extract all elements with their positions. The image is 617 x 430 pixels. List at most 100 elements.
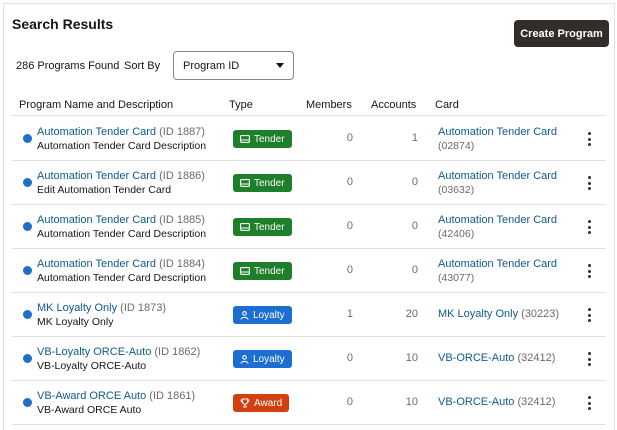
accounts-count: 20 (405, 308, 418, 320)
more-actions-icon[interactable] (582, 131, 596, 147)
create-program-button[interactable]: Create Program (514, 20, 609, 47)
card-number: (42406) (438, 228, 475, 240)
card-link[interactable]: Automation Tender Card (438, 170, 557, 182)
card-icon (240, 135, 250, 143)
chevron-down-icon (276, 63, 284, 68)
status-dot (23, 134, 32, 143)
members-count: 0 (346, 176, 353, 188)
program-name-link[interactable]: Automation Tender Card (37, 258, 156, 270)
card-link[interactable]: VB-ORCE-Auto (438, 352, 514, 364)
row-divider (12, 424, 606, 425)
accounts-count: 0 (411, 176, 418, 188)
accounts-count: 0 (411, 264, 418, 276)
more-actions-icon[interactable] (582, 307, 596, 323)
program-description: MK Loyalty Only (37, 316, 114, 328)
program-id: (ID 1862) (154, 346, 201, 358)
type-badge: Loyalty (233, 306, 292, 324)
program-description: Automation Tender Card Description (37, 140, 207, 152)
program-name-link[interactable]: Automation Tender Card (37, 126, 156, 138)
table-row: VB-Loyalty ORCE-Auto (ID 1862) VB-Loyalt… (4, 337, 616, 381)
column-header-type: Type (229, 99, 253, 111)
card-link[interactable]: Automation Tender Card (438, 258, 557, 270)
program-name-link[interactable]: VB-Loyalty ORCE-Auto (37, 346, 151, 358)
program-name: VB-Loyalty ORCE-Auto (ID 1862) (37, 346, 200, 358)
status-dot (23, 354, 32, 363)
program-name: Automation Tender Card (ID 1885) (37, 214, 205, 226)
type-label: Loyalty (253, 353, 285, 365)
type-badge: Tender (233, 218, 292, 236)
page-title: Search Results (12, 16, 114, 32)
table-row: Automation Tender Card (ID 1887) Automat… (4, 117, 616, 161)
card-link[interactable]: MK Loyalty Only (438, 308, 518, 320)
card-cell: VB-ORCE-Auto (32412) (438, 352, 555, 364)
person-icon (240, 310, 249, 320)
column-header-members: Members (306, 99, 352, 111)
table-row: Automation Tender Card (ID 1885) Automat… (4, 205, 616, 249)
type-badge: Tender (233, 174, 292, 192)
card-icon (240, 267, 250, 275)
program-name: Automation Tender Card (ID 1886) (37, 170, 205, 182)
status-dot (23, 310, 32, 319)
table-row: VB-Award ORCE Auto (ID 1861) VB-Award OR… (4, 381, 616, 425)
program-id: (ID 1886) (159, 170, 205, 182)
accounts-count: 10 (405, 396, 418, 408)
column-header-name: Program Name and Description (19, 99, 174, 111)
program-id: (ID 1884) (159, 258, 205, 270)
status-dot (23, 266, 32, 275)
program-name: MK Loyalty Only (ID 1873) (37, 302, 166, 314)
program-id: (ID 1885) (159, 214, 205, 226)
card-cell: MK Loyalty Only (30223) (438, 308, 559, 320)
card-number: (03632) (438, 184, 475, 196)
card-number: (02874) (438, 140, 475, 152)
program-id: (ID 1887) (159, 126, 205, 138)
results-count: 286 Programs Found (16, 60, 120, 72)
type-label: Loyalty (253, 309, 285, 321)
program-name-link[interactable]: Automation Tender Card (37, 214, 156, 226)
program-name-link[interactable]: VB-Award ORCE Auto (37, 390, 146, 402)
type-badge: Tender (233, 262, 292, 280)
type-label: Tender (254, 177, 285, 189)
program-description: Automation Tender Card Description (37, 272, 207, 284)
card-link[interactable]: Automation Tender Card (438, 126, 557, 138)
card-link[interactable]: Automation Tender Card (438, 214, 557, 226)
more-actions-icon[interactable] (582, 175, 596, 191)
accounts-count: 10 (405, 352, 418, 364)
card-icon (240, 223, 250, 231)
column-header-card: Card (435, 99, 459, 111)
type-label: Tender (254, 221, 285, 233)
more-actions-icon[interactable] (582, 263, 596, 279)
sort-by-label: Sort By (124, 60, 161, 72)
program-description: VB-Loyalty ORCE-Auto (37, 360, 147, 372)
sort-by-select[interactable]: Program ID (173, 51, 294, 80)
type-badge: Award (233, 394, 290, 412)
card-link[interactable]: VB-ORCE-Auto (438, 396, 514, 408)
program-name: Automation Tender Card (ID 1887) (37, 126, 205, 138)
search-results-panel: Search Results Create Program 286 Progra… (3, 3, 615, 430)
more-actions-icon[interactable] (582, 219, 596, 235)
more-actions-icon[interactable] (582, 395, 596, 411)
card-cell: VB-ORCE-Auto (32412) (438, 396, 555, 408)
status-dot (23, 398, 32, 407)
status-dot (23, 222, 32, 231)
program-name: VB-Award ORCE Auto (ID 1861) (37, 390, 195, 402)
person-icon (240, 354, 249, 364)
members-count: 0 (346, 352, 353, 364)
members-count: 0 (346, 220, 353, 232)
program-name-link[interactable]: Automation Tender Card (37, 170, 156, 182)
type-badge: Tender (233, 130, 292, 148)
accounts-count: 1 (411, 132, 418, 144)
type-label: Tender (254, 265, 285, 277)
accounts-count: 0 (411, 220, 418, 232)
program-name: Automation Tender Card (ID 1884) (37, 258, 205, 270)
program-id: (ID 1861) (149, 390, 196, 402)
column-header-accounts: Accounts (371, 99, 417, 111)
trophy-icon (240, 398, 250, 408)
program-name-link[interactable]: MK Loyalty Only (37, 302, 117, 314)
more-actions-icon[interactable] (582, 351, 596, 367)
program-description: Automation Tender Card Description (37, 228, 207, 240)
card-number: (32412) (517, 352, 556, 364)
type-label: Award (254, 397, 283, 409)
card-number: (43077) (438, 272, 475, 284)
program-description: Edit Automation Tender Card (37, 184, 172, 196)
table-row: MK Loyalty Only (ID 1873) MK Loyalty Onl… (4, 293, 616, 337)
